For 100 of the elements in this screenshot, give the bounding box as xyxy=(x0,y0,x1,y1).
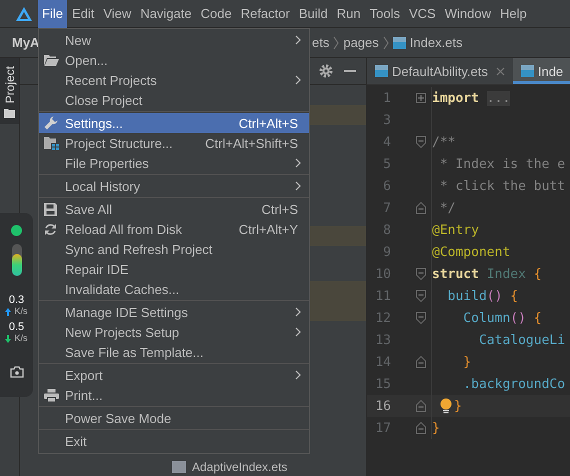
menu-item[interactable]: Settings... Ctrl+Alt+S xyxy=(39,113,309,133)
line-number: 9 xyxy=(382,244,391,260)
line-number: 11 xyxy=(374,288,391,304)
code-line: */ xyxy=(438,200,456,216)
menu-bar-item[interactable]: Run xyxy=(332,0,365,28)
menu-item[interactable]: Power Save Mode xyxy=(39,408,309,428)
line-number: 1 xyxy=(382,90,391,106)
upload-speed: 0.3 xyxy=(8,294,24,306)
menu-item[interactable]: Local History xyxy=(39,176,309,196)
code-line: * Index is the e xyxy=(438,156,566,172)
menu-bar-item[interactable]: View xyxy=(99,0,136,28)
close-icon[interactable] xyxy=(496,66,505,76)
app-logo-icon xyxy=(15,6,33,22)
editor-tab[interactable]: DefaultAbility.ets xyxy=(367,58,513,84)
menu-bar-item[interactable]: Edit xyxy=(68,0,98,28)
menu-bar-item[interactable]: Code xyxy=(196,0,236,28)
code-line: build() { xyxy=(446,288,518,304)
fold-icon[interactable] xyxy=(416,136,426,148)
menu-item[interactable]: Reload All from Disk Ctrl+Alt+Y xyxy=(39,219,309,239)
fold-icon[interactable] xyxy=(416,356,426,368)
line-number: 15 xyxy=(374,376,391,392)
code-line: @Entry xyxy=(432,222,479,238)
folder-icon xyxy=(4,109,15,118)
fold-icon[interactable] xyxy=(416,422,426,434)
menu-bar-item[interactable]: Tools xyxy=(366,0,404,28)
editor-tab[interactable]: Inde xyxy=(512,58,570,84)
code-line: /** xyxy=(432,134,456,150)
project-tool-tab[interactable]: Project xyxy=(0,58,19,124)
reload-icon xyxy=(44,222,57,236)
code-line: .backgroundCo xyxy=(462,376,566,392)
fold-plus-icon[interactable] xyxy=(416,93,426,103)
line-number: 6 xyxy=(382,178,391,194)
menu-item[interactable]: Save File as Template... xyxy=(39,342,309,362)
menu-item[interactable]: Manage IDE Settings xyxy=(39,302,309,322)
file-icon xyxy=(375,65,388,77)
row-highlight xyxy=(310,105,366,125)
folder-icon xyxy=(44,54,59,66)
project-name[interactable]: MyA xyxy=(12,35,40,50)
menu-item[interactable]: File Properties xyxy=(39,153,309,173)
menu-item[interactable]: New xyxy=(39,30,309,50)
code-line: @Component xyxy=(432,244,510,260)
line-number: 10 xyxy=(374,266,391,282)
camera-icon[interactable] xyxy=(10,366,24,378)
line-number: 14 xyxy=(374,354,391,370)
breadcrumb-item[interactable]: Index.ets xyxy=(410,35,463,50)
file-icon xyxy=(172,461,186,473)
menu-item[interactable]: Export xyxy=(39,365,309,385)
menu-bar-item[interactable]: Refactor xyxy=(236,0,294,28)
fold-icon[interactable] xyxy=(416,400,426,412)
menu-item[interactable]: Exit xyxy=(39,431,309,451)
speed-unit: K/s xyxy=(14,306,28,317)
menu-item[interactable]: Repair IDE xyxy=(39,259,309,279)
menu-item[interactable]: Invalidate Caches... xyxy=(39,279,309,299)
settings-icon[interactable] xyxy=(319,64,333,78)
menu-item[interactable]: Print... xyxy=(39,385,309,405)
tree-item[interactable]: AdaptiveIndex.ets xyxy=(192,460,288,474)
up-arrow-icon xyxy=(5,308,12,316)
breadcrumb-item[interactable]: ets xyxy=(312,35,330,50)
menu-item[interactable]: New Projects Setup xyxy=(39,322,309,342)
download-speed: 0.5 xyxy=(8,321,24,333)
fold-icon[interactable] xyxy=(416,202,426,214)
tab-label: DefaultAbility.ets xyxy=(392,64,488,78)
printer-icon xyxy=(44,388,59,402)
row-highlight xyxy=(310,281,366,321)
code-line: } xyxy=(462,354,472,370)
menu-bar-item[interactable]: Navigate xyxy=(136,0,196,28)
speed-unit: K/s xyxy=(14,333,28,344)
menu-item[interactable]: Sync and Refresh Project xyxy=(39,239,309,259)
menu-item[interactable]: Close Project xyxy=(39,90,309,110)
line-number: 5 xyxy=(382,156,391,172)
line-number: 7 xyxy=(382,200,391,216)
menu-bar-item[interactable]: File xyxy=(38,0,67,28)
breadcrumb-item[interactable]: pages xyxy=(343,35,379,50)
menu-bar-item[interactable]: Build xyxy=(294,0,332,28)
status-dot xyxy=(11,225,22,236)
fold-icon[interactable] xyxy=(416,290,426,302)
menu-bar-item[interactable]: Window xyxy=(440,0,495,28)
line-number: 4 xyxy=(382,134,391,150)
line-number: 16 xyxy=(374,398,391,414)
tab-label: Inde xyxy=(538,64,564,78)
menu-item[interactable]: Save All Ctrl+S xyxy=(39,199,309,219)
row-highlight xyxy=(310,226,366,246)
menu-item[interactable]: Recent Projects xyxy=(39,70,309,90)
code-line: Column() { xyxy=(462,310,542,326)
menu-bar-item[interactable]: VCS xyxy=(404,0,440,28)
line-number: 8 xyxy=(382,222,391,238)
menu-item[interactable]: Project Structure... Ctrl+Alt+Shift+S xyxy=(39,133,309,153)
code-line: import ... xyxy=(432,90,510,106)
fold-icon[interactable] xyxy=(416,312,426,324)
down-arrow-icon xyxy=(5,334,12,342)
line-number: 12 xyxy=(374,310,391,326)
folder-grid-icon xyxy=(44,136,59,150)
code-line: } xyxy=(454,398,462,414)
line-number: 3 xyxy=(382,112,391,128)
menu-bar-item[interactable]: Help xyxy=(496,0,531,28)
line-number: 13 xyxy=(374,332,391,348)
wrench-icon xyxy=(44,116,58,130)
fold-icon[interactable] xyxy=(416,268,426,280)
lightbulb-icon[interactable] xyxy=(440,398,452,414)
menu-item[interactable]: Open... xyxy=(39,50,309,70)
